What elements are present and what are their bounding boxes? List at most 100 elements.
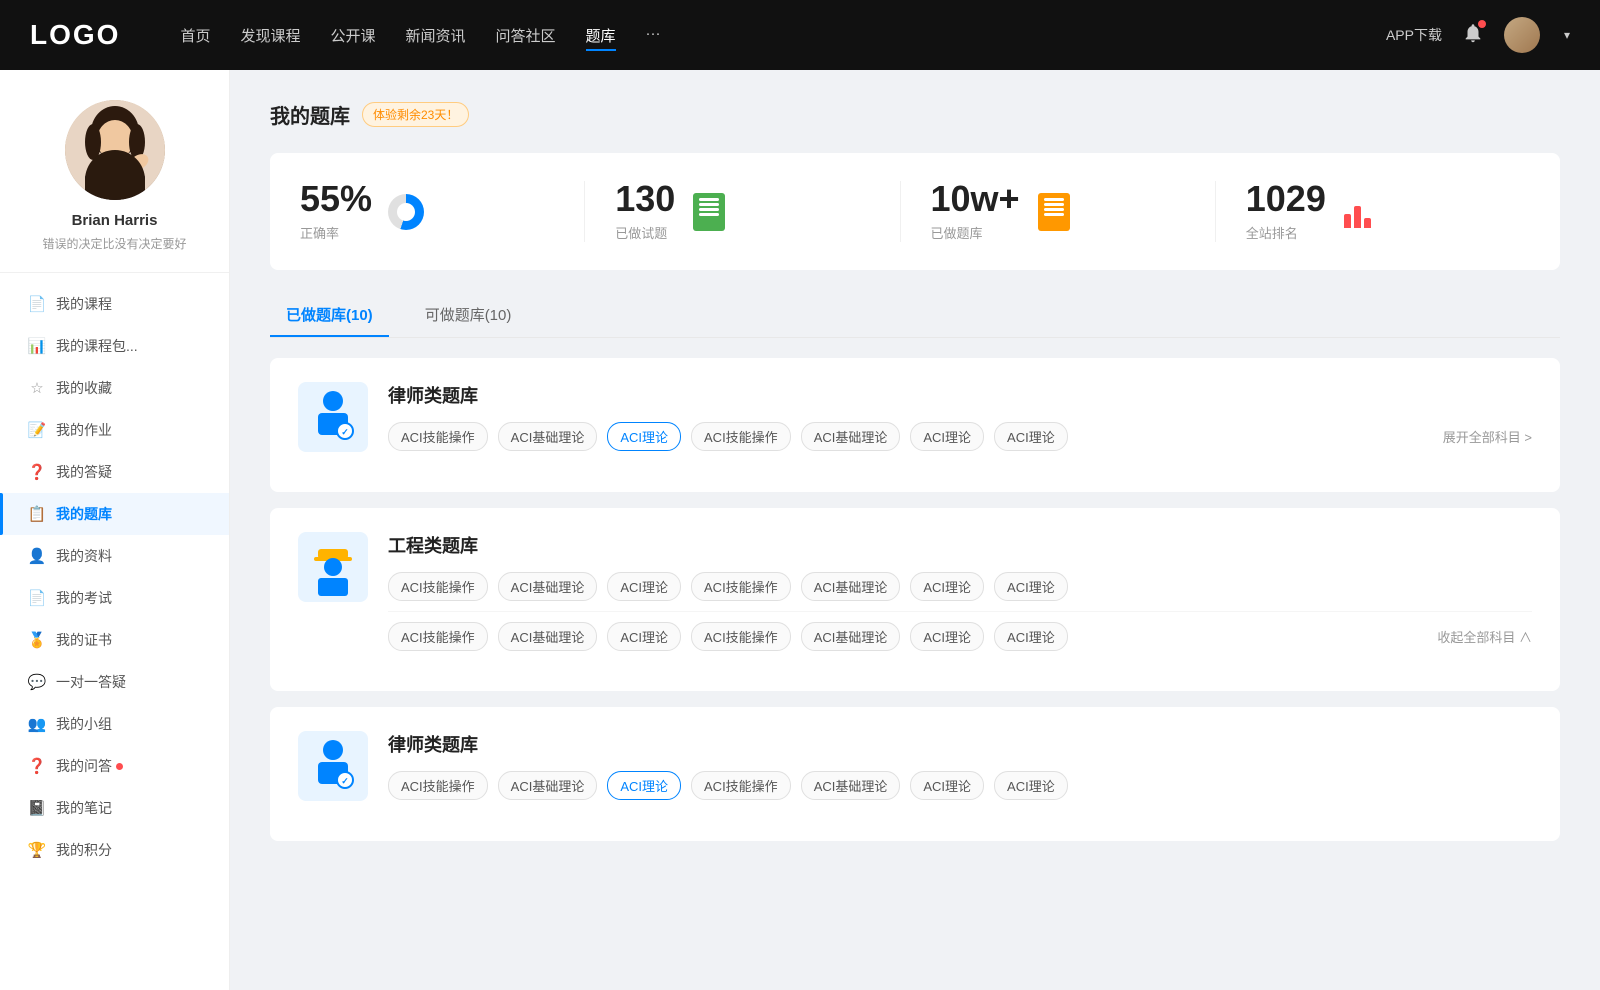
qbank-card-engineer: 工程类题库 ACI技能操作 ACI基础理论 ACI理论 ACI技能操作 ACI基… xyxy=(270,508,1560,691)
qbank-card-engineer-content: 工程类题库 ACI技能操作 ACI基础理论 ACI理论 ACI技能操作 ACI基… xyxy=(388,532,1532,651)
sidebar-item-qbank[interactable]: 📋 我的题库 xyxy=(0,493,229,535)
nav-item-opencourse[interactable]: 公开课 xyxy=(330,25,375,46)
tag-lawyer2-1[interactable]: ACI技能操作 xyxy=(388,771,488,800)
sidebar-item-homework[interactable]: 📝 我的作业 xyxy=(0,409,229,451)
tag-lawyer1-4[interactable]: ACI技能操作 xyxy=(691,422,791,451)
stat-accuracy-label: 正确率 xyxy=(300,223,372,242)
tag-engineer-2-6[interactable]: ACI理论 xyxy=(910,622,984,651)
stat-accuracy-icon xyxy=(386,192,426,232)
tag-engineer-1-3[interactable]: ACI理论 xyxy=(607,572,681,601)
svg-text:✓: ✓ xyxy=(341,427,349,437)
main-content: 我的题库 体验剩余23天！ 55% 正确率 130 已做试题 xyxy=(230,70,1600,990)
nav-item-news[interactable]: 新闻资讯 xyxy=(406,25,466,46)
nav-item-qa[interactable]: 问答社区 xyxy=(496,25,556,46)
sidebar-item-notes[interactable]: 📓 我的笔记 xyxy=(0,787,229,829)
tags-row-engineer-1: ACI技能操作 ACI基础理论 ACI理论 ACI技能操作 ACI基础理论 AC… xyxy=(388,572,1532,601)
tag-lawyer2-4[interactable]: ACI技能操作 xyxy=(691,771,791,800)
sidebar-item-exams[interactable]: 📄 我的考试 xyxy=(0,577,229,619)
user-avatar-nav[interactable] xyxy=(1504,17,1540,53)
tabs-row: 已做题库(10) 可做题库(10) xyxy=(270,294,1560,338)
sidebar-item-favorites-label: 我的收藏 xyxy=(56,378,112,398)
stat-done-questions: 130 已做试题 xyxy=(585,181,900,242)
app-download-button[interactable]: APP下载 xyxy=(1386,25,1442,45)
tag-lawyer1-6[interactable]: ACI理论 xyxy=(910,422,984,451)
tag-engineer-1-2[interactable]: ACI基础理论 xyxy=(498,572,598,601)
sidebar-item-questions[interactable]: ❓ 我的答疑 xyxy=(0,451,229,493)
navbar: LOGO 首页 发现课程 公开课 新闻资讯 问答社区 题库 ··· APP下载 … xyxy=(0,0,1600,70)
tag-engineer-2-5[interactable]: ACI基础理论 xyxy=(801,622,901,651)
tag-engineer-1-5[interactable]: ACI基础理论 xyxy=(801,572,901,601)
tag-engineer-1-1[interactable]: ACI技能操作 xyxy=(388,572,488,601)
tab-todo[interactable]: 可做题库(10) xyxy=(409,294,528,337)
nav-item-questionbank[interactable]: 题库 xyxy=(586,25,616,46)
collapse-engineer[interactable]: 收起全部科目 ∧ xyxy=(1437,627,1532,646)
my-qa-icon: ❓ xyxy=(28,757,46,775)
tag-engineer-1-6[interactable]: ACI理论 xyxy=(910,572,984,601)
sidebar-item-points-label: 我的积分 xyxy=(56,840,112,860)
tag-engineer-2-1[interactable]: ACI技能操作 xyxy=(388,622,488,651)
notes-icon: 📓 xyxy=(28,799,46,817)
sidebar-item-questions-label: 我的答疑 xyxy=(56,462,112,482)
logo: LOGO xyxy=(30,19,120,51)
sidebar-item-courses[interactable]: 📄 我的课程 xyxy=(0,283,229,325)
tag-lawyer1-5[interactable]: ACI基础理论 xyxy=(801,422,901,451)
tag-engineer-2-3[interactable]: ACI理论 xyxy=(607,622,681,651)
stats-row: 55% 正确率 130 已做试题 10w+ xyxy=(270,153,1560,270)
tag-lawyer2-7[interactable]: ACI理论 xyxy=(994,771,1068,800)
stat-ranking-text: 1029 全站排名 xyxy=(1246,181,1326,242)
nav-item-more[interactable]: ··· xyxy=(646,25,661,46)
qbank-card-lawyer1-header: ✓ 律师类题库 ACI技能操作 ACI基础理论 ACI理论 ACI技能操作 AC… xyxy=(298,382,1532,452)
navbar-right: APP下载 ▾ xyxy=(1386,17,1570,53)
tags-row-lawyer1: ACI技能操作 ACI基础理论 ACI理论 ACI技能操作 ACI基础理论 AC… xyxy=(388,422,1532,451)
pie-chart-icon xyxy=(388,194,424,230)
qbank-title-lawyer1: 律师类题库 xyxy=(388,382,1532,408)
tag-engineer-2-2[interactable]: ACI基础理论 xyxy=(498,622,598,651)
svg-text:✓: ✓ xyxy=(341,776,349,786)
qbank-title-lawyer2: 律师类题库 xyxy=(388,731,1532,757)
stat-done-questions-icon xyxy=(689,192,729,232)
tag-lawyer1-7[interactable]: ACI理论 xyxy=(994,422,1068,451)
sidebar-item-groups-label: 我的小组 xyxy=(56,714,112,734)
qbank-card-lawyer2: ✓ 律师类题库 ACI技能操作 ACI基础理论 ACI理论 ACI技能操作 AC… xyxy=(270,707,1560,841)
qbank-title-engineer: 工程类题库 xyxy=(388,532,1532,558)
sidebar-item-certificates[interactable]: 🏅 我的证书 xyxy=(0,619,229,661)
sidebar-item-course-packages[interactable]: 📊 我的课程包... xyxy=(0,325,229,367)
sidebar-item-qbank-label: 我的题库 xyxy=(56,504,112,524)
sidebar-item-tutor-label: 一对一答疑 xyxy=(56,672,126,692)
tag-lawyer2-2[interactable]: ACI基础理论 xyxy=(498,771,598,800)
my-qa-dot xyxy=(116,763,123,770)
points-icon: 🏆 xyxy=(28,841,46,859)
stat-done-questions-label: 已做试题 xyxy=(615,223,675,242)
tag-lawyer1-2[interactable]: ACI基础理论 xyxy=(498,422,598,451)
sidebar-item-my-qa[interactable]: ❓ 我的问答 xyxy=(0,745,229,787)
tutor-icon: 💬 xyxy=(28,673,46,691)
tag-lawyer1-3[interactable]: ACI理论 xyxy=(607,422,681,451)
sidebar-item-favorites[interactable]: ☆ 我的收藏 xyxy=(0,367,229,409)
lawyer-svg-1: ✓ xyxy=(308,387,358,447)
sidebar-item-groups[interactable]: 👥 我的小组 xyxy=(0,703,229,745)
nav-item-home[interactable]: 首页 xyxy=(180,25,210,46)
sidebar-item-certificates-label: 我的证书 xyxy=(56,630,112,650)
tag-lawyer1-1[interactable]: ACI技能操作 xyxy=(388,422,488,451)
sidebar-item-profile[interactable]: 👤 我的资料 xyxy=(0,535,229,577)
tag-engineer-1-4[interactable]: ACI技能操作 xyxy=(691,572,791,601)
tag-lawyer2-5[interactable]: ACI基础理论 xyxy=(801,771,901,800)
profile-avatar-img xyxy=(65,100,165,200)
tag-engineer-2-7[interactable]: ACI理论 xyxy=(994,622,1068,651)
sidebar-item-points[interactable]: 🏆 我的积分 xyxy=(0,829,229,871)
sidebar-item-homework-label: 我的作业 xyxy=(56,420,112,440)
questions-icon: ❓ xyxy=(28,463,46,481)
nav-item-discover[interactable]: 发现课程 xyxy=(240,25,300,46)
groups-icon: 👥 xyxy=(28,715,46,733)
stat-done-banks-icon xyxy=(1034,192,1074,232)
tab-done[interactable]: 已做题库(10) xyxy=(270,294,389,337)
tag-lawyer2-3[interactable]: ACI理论 xyxy=(607,771,681,800)
notification-bell[interactable] xyxy=(1462,22,1484,49)
tag-engineer-2-4[interactable]: ACI技能操作 xyxy=(691,622,791,651)
user-menu-chevron[interactable]: ▾ xyxy=(1564,28,1570,42)
sidebar-item-tutor[interactable]: 💬 一对一答疑 xyxy=(0,661,229,703)
expand-lawyer1[interactable]: 展开全部科目 > xyxy=(1443,427,1532,446)
tag-lawyer2-6[interactable]: ACI理论 xyxy=(910,771,984,800)
sidebar-profile: Brian Harris 错误的决定比没有决定要好 xyxy=(0,100,229,273)
tag-engineer-1-7[interactable]: ACI理论 xyxy=(994,572,1068,601)
